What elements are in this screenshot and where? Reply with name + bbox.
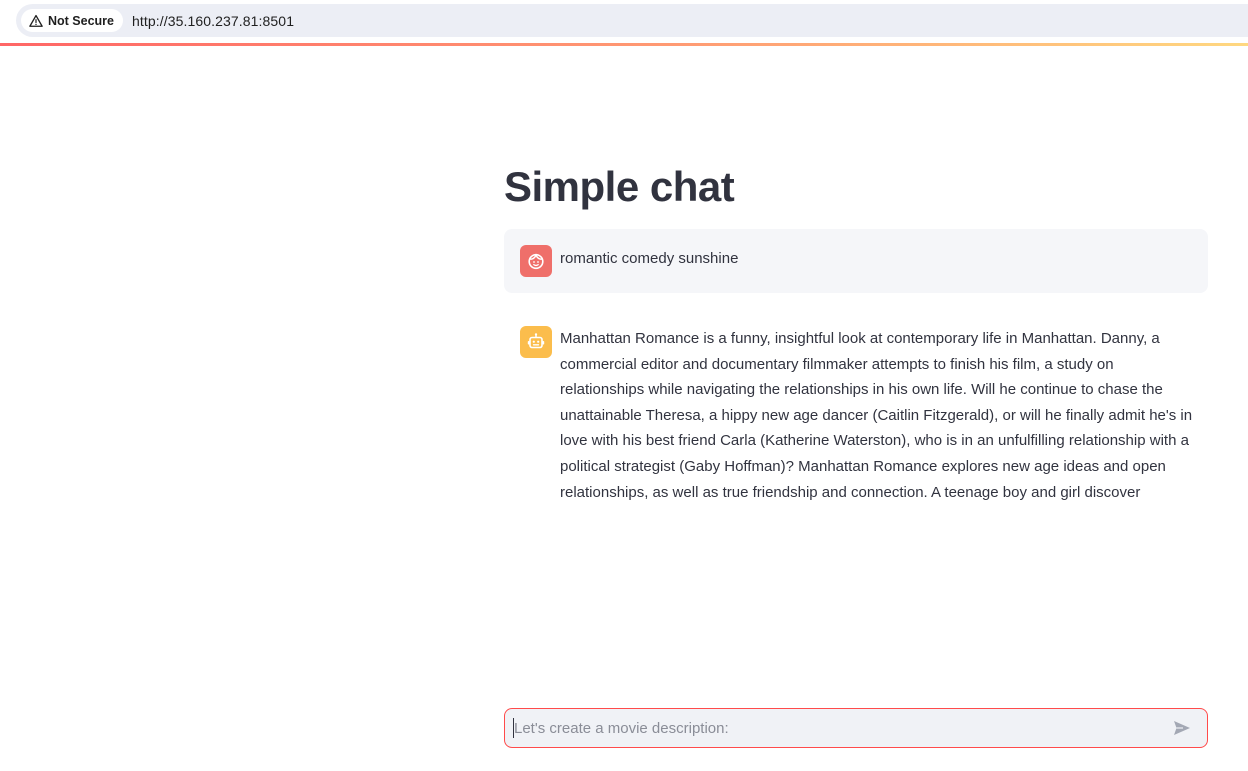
chat-message-user: romantic comedy sunshine xyxy=(504,229,1208,293)
browser-toolbar: Not Secure http://35.160.237.81:8501 xyxy=(0,0,1248,43)
user-avatar xyxy=(520,245,552,277)
assistant-message-text: Manhattan Romance is a funny, insightful… xyxy=(560,330,1193,501)
chat-input-container xyxy=(504,708,1208,748)
assistant-avatar xyxy=(520,326,552,358)
security-indicator[interactable]: Not Secure xyxy=(21,9,123,32)
send-button[interactable] xyxy=(1167,713,1197,743)
chat-input[interactable] xyxy=(513,718,1167,738)
user-message-text: romantic comedy sunshine xyxy=(560,250,739,267)
chat-message-assistant: Manhattan Romance is a funny, insightful… xyxy=(504,310,1208,510)
security-label: Not Secure xyxy=(48,13,114,28)
robot-icon xyxy=(527,333,545,349)
page-title: Simple chat xyxy=(504,163,735,210)
address-bar[interactable]: Not Secure http://35.160.237.81:8501 xyxy=(16,4,1248,37)
send-icon xyxy=(1174,721,1190,735)
user-face-icon xyxy=(528,253,544,270)
header-decoration xyxy=(0,43,1248,46)
warning-icon xyxy=(29,14,43,27)
url-text[interactable]: http://35.160.237.81:8501 xyxy=(132,13,294,29)
